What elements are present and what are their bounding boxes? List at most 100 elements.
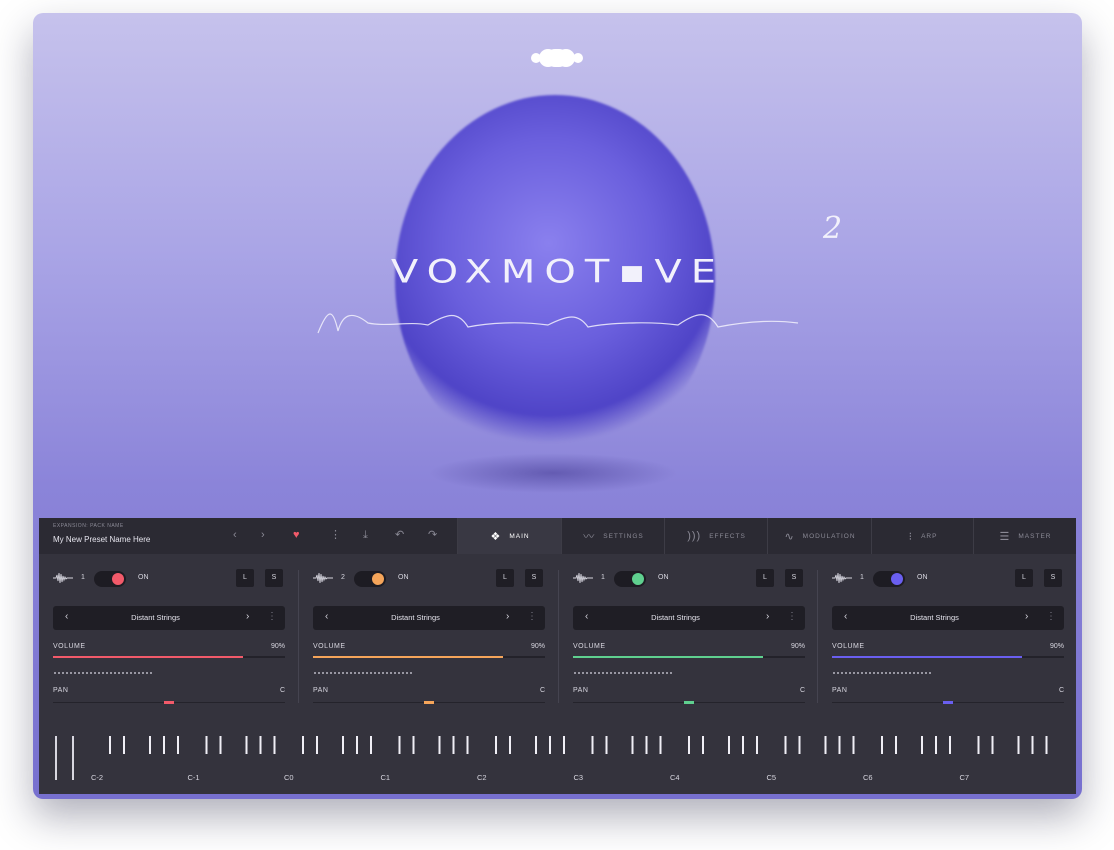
channel-power-toggle[interactable] <box>873 571 905 587</box>
piano-key[interactable] <box>316 736 318 754</box>
chevron-right-icon[interactable]: › <box>506 611 509 622</box>
tab-master[interactable]: ☰ MASTER <box>973 518 1077 554</box>
pan-slider[interactable] <box>832 701 1064 704</box>
download-icon[interactable]: ⤓ <box>363 528 368 542</box>
sample-selector[interactable]: ‹ Distant Strings › ⋮ <box>53 606 285 630</box>
piano-key[interactable] <box>949 736 951 754</box>
chevron-left-icon[interactable]: ‹ <box>233 528 237 542</box>
piano-key[interactable] <box>302 736 304 754</box>
chevron-right-icon[interactable]: › <box>246 611 249 622</box>
piano-key[interactable] <box>895 736 897 754</box>
piano-key[interactable] <box>852 736 855 754</box>
keyboard-keys[interactable] <box>39 718 1076 794</box>
piano-key[interactable] <box>991 736 994 754</box>
piano-key[interactable] <box>149 736 151 754</box>
piano-key[interactable] <box>645 736 648 754</box>
piano-key[interactable] <box>784 736 787 754</box>
piano-key[interactable] <box>412 736 415 754</box>
kebab-icon[interactable]: ⋮ <box>267 611 277 622</box>
channel-power-toggle[interactable] <box>354 571 386 587</box>
piano-key[interactable] <box>702 736 704 754</box>
piano-key[interactable] <box>370 736 372 754</box>
piano-key[interactable] <box>1017 736 1020 754</box>
piano-key[interactable] <box>838 736 841 754</box>
piano-key[interactable] <box>659 736 662 754</box>
piano-key[interactable] <box>259 736 262 754</box>
piano-key[interactable] <box>109 736 111 754</box>
channel-power-toggle[interactable] <box>94 571 126 587</box>
piano-key[interactable] <box>123 736 125 754</box>
wheel-mark[interactable] <box>72 736 74 780</box>
pan-slider[interactable] <box>573 701 805 704</box>
piano-key[interactable] <box>591 736 594 754</box>
pan-slider[interactable] <box>313 701 545 704</box>
piano-key[interactable] <box>219 736 222 754</box>
tab-effects[interactable]: ))) EFFECTS <box>664 518 768 554</box>
piano-key[interactable] <box>466 736 469 754</box>
piano-key[interactable] <box>824 736 827 754</box>
tab-modulation[interactable]: ∿ MODULATION <box>767 518 872 554</box>
heart-icon[interactable]: ♥ <box>293 528 300 542</box>
solo-button[interactable]: S <box>1044 569 1062 587</box>
chevron-right-icon[interactable]: › <box>261 528 265 542</box>
channel-power-toggle[interactable] <box>614 571 646 587</box>
link-button[interactable]: L <box>236 569 254 587</box>
piano-key[interactable] <box>356 736 358 754</box>
undo-icon[interactable]: ↶ <box>395 528 404 542</box>
piano-key[interactable] <box>205 736 208 754</box>
piano-key[interactable] <box>921 736 923 754</box>
pan-slider[interactable] <box>53 701 285 704</box>
tab-arp[interactable]: ⁝ ARP <box>871 518 974 554</box>
kebab-icon[interactable]: ⋮ <box>787 611 797 622</box>
piano-key[interactable] <box>605 736 608 754</box>
piano-key[interactable] <box>688 736 690 754</box>
piano-key[interactable] <box>177 736 179 754</box>
piano-key[interactable] <box>756 736 758 754</box>
piano-key[interactable] <box>535 736 537 754</box>
chevron-right-icon[interactable]: › <box>1025 611 1028 622</box>
redo-icon[interactable]: ↷ <box>428 528 437 542</box>
wheel-mark[interactable] <box>55 736 57 780</box>
solo-button[interactable]: S <box>525 569 543 587</box>
tab-main[interactable]: ❖ MAIN <box>457 518 562 554</box>
solo-button[interactable]: S <box>785 569 803 587</box>
piano-key[interactable] <box>1031 736 1034 754</box>
piano-key[interactable] <box>631 736 634 754</box>
piano-key[interactable] <box>452 736 455 754</box>
piano-key[interactable] <box>495 736 497 754</box>
piano-key[interactable] <box>977 736 980 754</box>
piano-key[interactable] <box>935 736 937 754</box>
piano-key[interactable] <box>1045 736 1048 754</box>
piano-key[interactable] <box>742 736 744 754</box>
kebab-icon[interactable]: ⋮ <box>527 611 537 622</box>
volume-slider[interactable] <box>832 656 1064 658</box>
sample-selector[interactable]: ‹ Distant Strings › ⋮ <box>313 606 545 630</box>
sample-selector[interactable]: ‹ Distant Strings › ⋮ <box>832 606 1064 630</box>
piano-key[interactable] <box>163 736 165 754</box>
piano-key[interactable] <box>273 736 276 754</box>
tab-settings[interactable]: 〰 SETTINGS <box>561 518 665 554</box>
link-button[interactable]: L <box>1015 569 1033 587</box>
piano-key[interactable] <box>881 736 883 754</box>
piano-key[interactable] <box>342 736 344 754</box>
piano-key[interactable] <box>728 736 730 754</box>
piano-key[interactable] <box>563 736 565 754</box>
chevron-right-icon[interactable]: › <box>766 611 769 622</box>
piano-key[interactable] <box>398 736 401 754</box>
sample-selector[interactable]: ‹ Distant Strings › ⋮ <box>573 606 805 630</box>
piano-keyboard[interactable]: C-2 C-1 C0 C1 C2 C3 C4 C5 C6 C7 <box>39 718 1076 794</box>
link-button[interactable]: L <box>756 569 774 587</box>
volume-slider[interactable] <box>53 656 285 658</box>
volume-slider[interactable] <box>313 656 545 658</box>
piano-key[interactable] <box>798 736 801 754</box>
link-button[interactable]: L <box>496 569 514 587</box>
piano-key[interactable] <box>509 736 511 754</box>
piano-key[interactable] <box>245 736 248 754</box>
solo-button[interactable]: S <box>265 569 283 587</box>
piano-key[interactable] <box>549 736 551 754</box>
preset-name[interactable]: My New Preset Name Here <box>53 535 150 544</box>
kebab-icon[interactable]: ⋮ <box>330 528 341 542</box>
piano-key[interactable] <box>438 736 441 754</box>
kebab-icon[interactable]: ⋮ <box>1046 611 1056 622</box>
volume-slider[interactable] <box>573 656 805 658</box>
